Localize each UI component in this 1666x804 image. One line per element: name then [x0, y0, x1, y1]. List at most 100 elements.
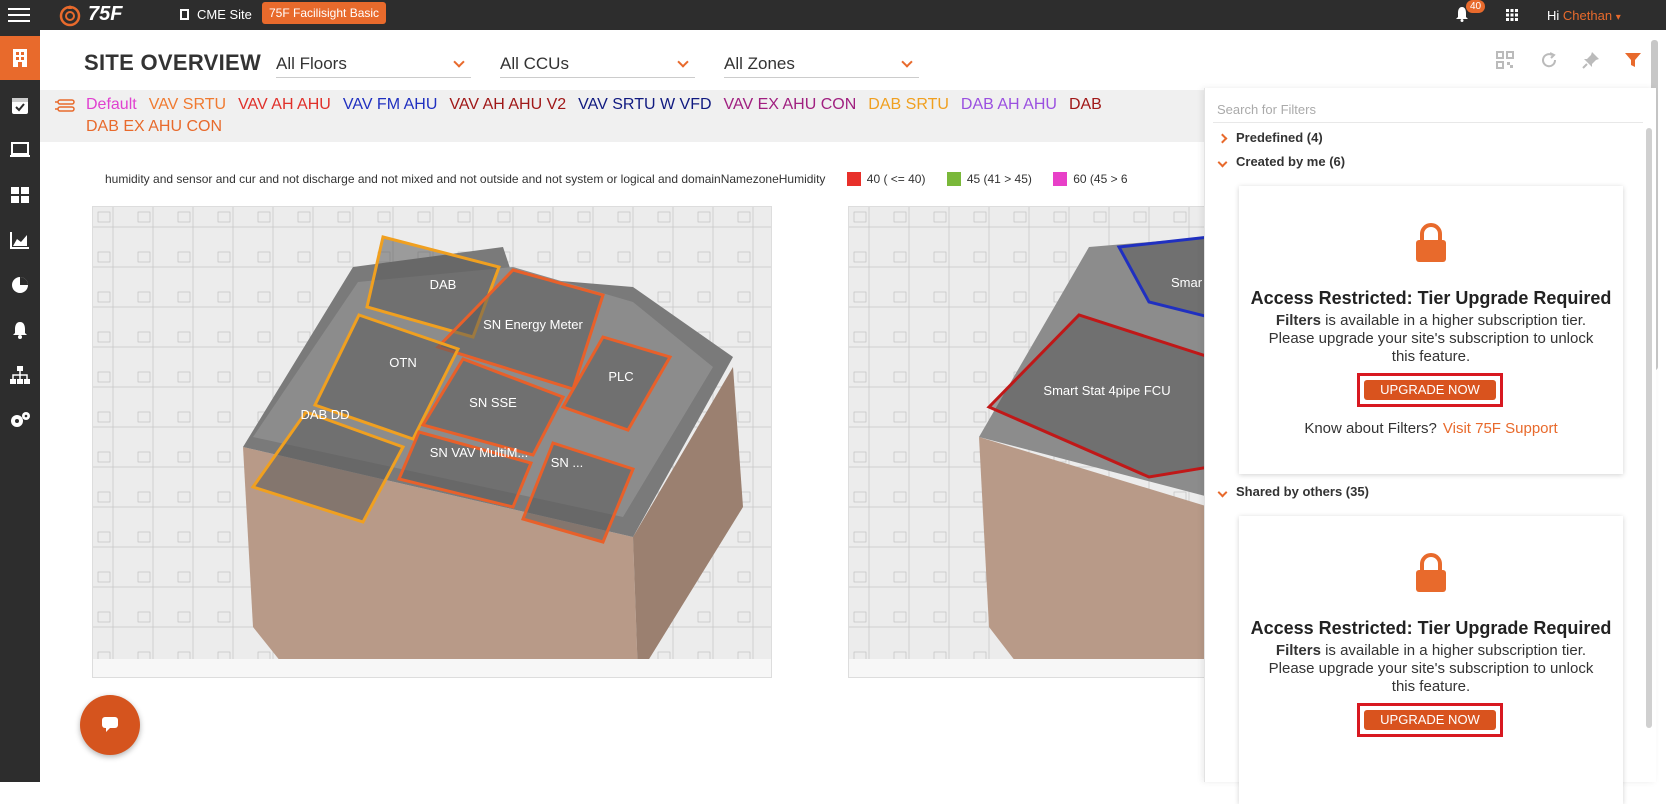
chevron-down-icon: ▾	[1615, 12, 1621, 23]
category-vav-ex-ahu-con[interactable]: VAV EX AHU CON	[724, 96, 857, 113]
category-vav-ah-ahu-v2[interactable]: VAV AH AHU V2	[449, 96, 566, 113]
tree-item-shared-by-others[interactable]: Shared by others (35)	[1217, 484, 1369, 499]
floors-select[interactable]: All Floors	[276, 54, 471, 78]
notification-count-badge: 40	[1466, 0, 1486, 13]
floorplan-card[interactable]: Smar Smart Stat 4pipe FCU	[848, 206, 1208, 678]
sidebar-item-site-overview[interactable]	[0, 36, 40, 80]
feature-name: Filters	[1275, 312, 1321, 329]
filter-panel: Search for Filters Predefined (4) Create…	[1204, 88, 1656, 804]
user-menu[interactable]: Hi Chethan ▾	[1547, 8, 1621, 23]
zones-select[interactable]: All Zones	[724, 54, 919, 78]
category-vav-srtu-w-vfd[interactable]: VAV SRTU W VFD	[578, 96, 711, 113]
filter-search-input[interactable]: Search for Filters	[1217, 102, 1316, 117]
page-header: SITE OVERVIEW All Floors All CCUs All Zo…	[40, 30, 1666, 90]
ccus-select-value: All CCUs	[500, 54, 569, 73]
legend-swatch-green	[946, 172, 961, 186]
settings-gears-icon[interactable]	[8, 410, 32, 430]
legend-swatch-pink	[1053, 172, 1068, 186]
dashboard-icon[interactable]	[8, 185, 32, 205]
upgrade-now-button[interactable]: UPGRADE NOW	[1357, 373, 1503, 407]
upgrade-now-button[interactable]: UPGRADE NOW	[1357, 703, 1503, 737]
access-restricted-card: Access Restricted: Tier Upgrade Required…	[1239, 186, 1623, 474]
tree-label: Predefined (4)	[1236, 130, 1323, 145]
category-vav-fm-ahu[interactable]: VAV FM AHU	[343, 96, 438, 113]
feature-name: Filters	[1275, 642, 1321, 659]
zone-label-plc[interactable]: PLC	[608, 369, 633, 384]
legend-label-45: 45 (41 > 45)	[966, 172, 1032, 186]
site-selector[interactable]: CME Site	[180, 7, 252, 22]
chevron-right-icon	[1217, 133, 1228, 144]
chevron-down-icon	[453, 56, 465, 68]
zones-select-value: All Zones	[724, 54, 795, 73]
hierarchy-icon[interactable]	[8, 365, 32, 385]
card-description: Filters is available in a higher subscri…	[1259, 642, 1603, 696]
visit-support-link[interactable]: Visit 75F Support	[1443, 420, 1558, 437]
support-line: Know about Filters? Visit 75F Support	[1239, 420, 1623, 437]
zone-label-sn-truncated[interactable]: SN ...	[551, 455, 584, 470]
site-name: CME Site	[197, 7, 252, 22]
card-title: Access Restricted: Tier Upgrade Required	[1250, 288, 1612, 308]
page-title: SITE OVERVIEW	[84, 50, 262, 75]
apps-grid-icon[interactable]	[1506, 9, 1518, 21]
zone-label-dab-dd[interactable]: DAB DD	[300, 407, 349, 422]
lock-icon	[1416, 553, 1446, 592]
upgrade-button-label: UPGRADE NOW	[1364, 380, 1496, 400]
refresh-icon[interactable]	[1540, 51, 1558, 69]
category-dab-srtu[interactable]: DAB SRTU	[868, 96, 949, 113]
category-default[interactable]: Default	[86, 96, 137, 113]
panel-scrollbar[interactable]	[1646, 128, 1652, 728]
user-name: Chethan	[1562, 8, 1613, 23]
chat-bubble-icon	[102, 717, 118, 732]
floors-select-value: All Floors	[276, 54, 347, 73]
category-dab[interactable]: DAB	[1069, 96, 1102, 113]
category-vav-srtu[interactable]: VAV SRTU	[149, 96, 226, 113]
lock-icon	[1416, 223, 1446, 262]
app-logo[interactable]: 75F	[58, 3, 138, 27]
equipment-category-legend: Default VAV SRTU VAV AH AHU VAV FM AHU VAV A…	[40, 90, 1210, 142]
building-floorplan-image: DAB SN Energy Meter OTN PLC SN SSE DAB D…	[93, 207, 771, 677]
pin-icon[interactable]	[1582, 51, 1600, 69]
zone-label-smart-stat-4pipe-fcu[interactable]: Smart Stat 4pipe FCU	[1043, 383, 1170, 398]
tree-label: Created by me (6)	[1236, 154, 1346, 169]
category-dab-ex-ahu-con[interactable]: DAB EX AHU CON	[86, 118, 222, 135]
tree-item-created-by-me[interactable]: Created by me (6)	[1217, 154, 1346, 169]
category-list: Default VAV SRTU VAV AH AHU VAV FM AHU VAV A…	[86, 94, 1206, 138]
tier-badge: 75F Facilisight Basic	[262, 2, 387, 24]
card-description: Filters is available in a higher subscri…	[1259, 312, 1603, 366]
legend-toggle-icon[interactable]	[54, 98, 76, 114]
zone-label-sn-energy-meter[interactable]: SN Energy Meter	[483, 317, 583, 332]
zone-label-dab[interactable]: DAB	[430, 277, 457, 292]
filter-icon[interactable]	[1624, 51, 1642, 69]
building-icon	[180, 9, 189, 20]
upgrade-button-label: UPGRADE NOW	[1364, 710, 1496, 730]
chevron-down-icon	[901, 56, 913, 68]
ccus-select[interactable]: All CCUs	[500, 54, 695, 78]
know-text: Know about Filters?	[1304, 420, 1437, 437]
zone-label-sn-sse[interactable]: SN SSE	[469, 395, 517, 410]
chevron-down-icon	[677, 56, 689, 68]
zone-label-sn-vav-multim[interactable]: SN VAV MultiM...	[430, 445, 528, 460]
building-floorplan-image: Smar Smart Stat 4pipe FCU	[849, 207, 1207, 677]
zone-label-smart[interactable]: Smar	[1171, 275, 1203, 290]
zone-label-otn[interactable]: OTN	[389, 355, 416, 370]
hamburger-menu-icon[interactable]	[8, 4, 30, 26]
laptop-icon[interactable]	[8, 140, 32, 160]
pie-chart-icon[interactable]	[8, 275, 32, 295]
chevron-down-icon	[1217, 157, 1228, 168]
qr-grid-icon[interactable]	[1496, 51, 1514, 69]
category-dab-ah-ahu[interactable]: DAB AH AHU	[961, 96, 1057, 113]
legend-label-60: 60 (45 > 6	[1073, 172, 1128, 186]
legend-label-40: 40 ( <= 40)	[866, 172, 926, 186]
chat-button[interactable]	[80, 695, 140, 755]
area-chart-icon[interactable]	[8, 230, 32, 250]
alert-bell-icon[interactable]	[8, 320, 32, 340]
card-title: Access Restricted: Tier Upgrade Required	[1250, 618, 1612, 638]
legend-swatch-red	[846, 172, 861, 186]
calendar-check-icon[interactable]	[8, 95, 32, 115]
humidity-filter-legend: humidity and sensor and cur and not disc…	[105, 172, 1128, 186]
category-vav-ah-ahu[interactable]: VAV AH AHU	[238, 96, 331, 113]
floorplan-card[interactable]: DAB SN Energy Meter OTN PLC SN SSE DAB D…	[92, 206, 772, 678]
filter-query-text: humidity and sensor and cur and not disc…	[105, 172, 826, 186]
flame-logo-icon	[59, 5, 81, 27]
tree-item-predefined[interactable]: Predefined (4)	[1217, 130, 1323, 145]
